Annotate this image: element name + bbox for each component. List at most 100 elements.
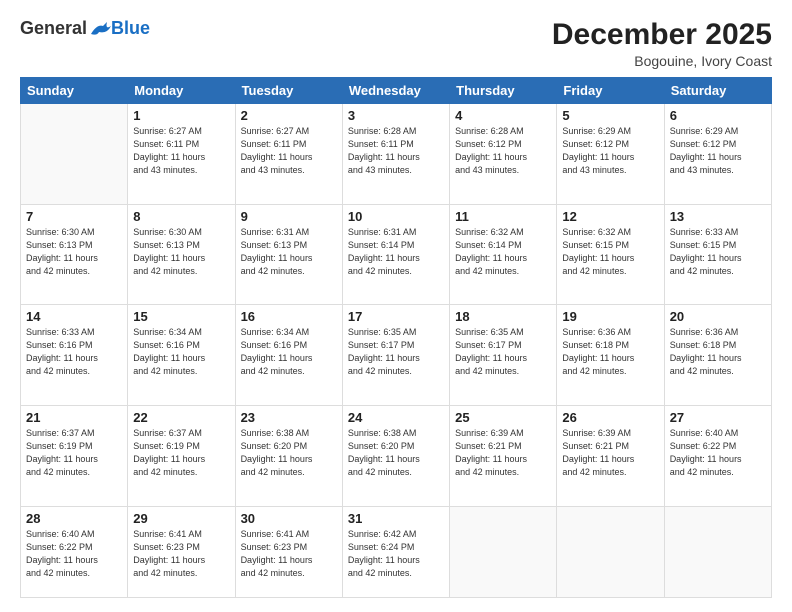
day-number: 21 (26, 410, 122, 425)
table-row: 18Sunrise: 6:35 AM Sunset: 6:17 PM Dayli… (450, 305, 557, 406)
day-number: 7 (26, 209, 122, 224)
day-number: 4 (455, 108, 551, 123)
table-row: 22Sunrise: 6:37 AM Sunset: 6:19 PM Dayli… (128, 405, 235, 506)
day-number: 9 (241, 209, 337, 224)
logo-bird-icon (89, 20, 111, 38)
day-info: Sunrise: 6:30 AM Sunset: 6:13 PM Dayligh… (133, 226, 229, 278)
table-row: 7 Sunrise: 6:30 AM Sunset: 6:13 PM Daylig… (21, 204, 128, 305)
table-row: 25Sunrise: 6:39 AM Sunset: 6:21 PM Dayli… (450, 405, 557, 506)
table-row: 5Sunrise: 6:29 AM Sunset: 6:12 PM Daylig… (557, 104, 664, 205)
day-info: Sunrise: 6:27 AM Sunset: 6:11 PM Dayligh… (133, 125, 229, 177)
col-sunday: Sunday (21, 78, 128, 104)
day-info: Sunrise: 6:31 AM Sunset: 6:14 PM Dayligh… (348, 226, 444, 278)
col-wednesday: Wednesday (342, 78, 449, 104)
col-tuesday: Tuesday (235, 78, 342, 104)
logo-general-text: General (20, 18, 87, 39)
calendar-table: Sunday Monday Tuesday Wednesday Thursday… (20, 77, 772, 598)
day-info: Sunrise: 6:34 AM Sunset: 6:16 PM Dayligh… (133, 326, 229, 378)
day-number: 24 (348, 410, 444, 425)
day-info: Sunrise: 6:30 AM Sunset: 6:13 PM Dayligh… (26, 226, 122, 278)
calendar-week-row: 28Sunrise: 6:40 AM Sunset: 6:22 PM Dayli… (21, 506, 772, 598)
day-info: Sunrise: 6:36 AM Sunset: 6:18 PM Dayligh… (562, 326, 658, 378)
calendar-header-row: Sunday Monday Tuesday Wednesday Thursday… (21, 78, 772, 104)
day-info: Sunrise: 6:34 AM Sunset: 6:16 PM Dayligh… (241, 326, 337, 378)
day-info: Sunrise: 6:36 AM Sunset: 6:18 PM Dayligh… (670, 326, 766, 378)
day-number: 29 (133, 511, 229, 526)
day-number: 5 (562, 108, 658, 123)
day-info: Sunrise: 6:32 AM Sunset: 6:14 PM Dayligh… (455, 226, 551, 278)
day-info: Sunrise: 6:29 AM Sunset: 6:12 PM Dayligh… (670, 125, 766, 177)
day-number: 2 (241, 108, 337, 123)
table-row (557, 506, 664, 598)
day-number: 3 (348, 108, 444, 123)
table-row (664, 506, 771, 598)
calendar-week-row: 7 Sunrise: 6:30 AM Sunset: 6:13 PM Daylig… (21, 204, 772, 305)
col-monday: Monday (128, 78, 235, 104)
month-title: December 2025 (552, 18, 772, 51)
table-row: 11 Sunrise: 6:32 AM Sunset: 6:14 PM Dayli… (450, 204, 557, 305)
day-info: Sunrise: 6:39 AM Sunset: 6:21 PM Dayligh… (562, 427, 658, 479)
day-info: Sunrise: 6:37 AM Sunset: 6:19 PM Dayligh… (26, 427, 122, 479)
table-row: 3Sunrise: 6:28 AM Sunset: 6:11 PM Daylig… (342, 104, 449, 205)
table-row: 12 Sunrise: 6:32 AM Sunset: 6:15 PM Dayli… (557, 204, 664, 305)
logo-blue-text: Blue (111, 18, 150, 39)
table-row: 29 Sunrise: 6:41 AM Sunset: 6:23 PM Dayli… (128, 506, 235, 598)
day-info: Sunrise: 6:31 AM Sunset: 6:13 PM Dayligh… (241, 226, 337, 278)
day-number: 20 (670, 309, 766, 324)
day-number: 12 (562, 209, 658, 224)
day-number: 26 (562, 410, 658, 425)
table-row: 6 Sunrise: 6:29 AM Sunset: 6:12 PM Daylig… (664, 104, 771, 205)
col-friday: Friday (557, 78, 664, 104)
day-info: Sunrise: 6:42 AM Sunset: 6:24 PM Dayligh… (348, 528, 444, 580)
title-block: December 2025 Bogouine, Ivory Coast (552, 18, 772, 69)
day-info: Sunrise: 6:41 AM Sunset: 6:23 PM Dayligh… (133, 528, 229, 580)
day-info: Sunrise: 6:41 AM Sunset: 6:23 PM Dayligh… (241, 528, 337, 580)
day-number: 15 (133, 309, 229, 324)
day-info: Sunrise: 6:38 AM Sunset: 6:20 PM Dayligh… (241, 427, 337, 479)
table-row: 23 Sunrise: 6:38 AM Sunset: 6:20 PM Dayli… (235, 405, 342, 506)
table-row: 28Sunrise: 6:40 AM Sunset: 6:22 PM Dayli… (21, 506, 128, 598)
table-row: 30Sunrise: 6:41 AM Sunset: 6:23 PM Dayli… (235, 506, 342, 598)
table-row: 20 Sunrise: 6:36 AM Sunset: 6:18 PM Dayli… (664, 305, 771, 406)
table-row: 15 Sunrise: 6:34 AM Sunset: 6:16 PM Dayli… (128, 305, 235, 406)
day-info: Sunrise: 6:35 AM Sunset: 6:17 PM Dayligh… (348, 326, 444, 378)
day-number: 11 (455, 209, 551, 224)
day-info: Sunrise: 6:38 AM Sunset: 6:20 PM Dayligh… (348, 427, 444, 479)
col-thursday: Thursday (450, 78, 557, 104)
day-number: 23 (241, 410, 337, 425)
table-row: 8Sunrise: 6:30 AM Sunset: 6:13 PM Daylig… (128, 204, 235, 305)
table-row (21, 104, 128, 205)
day-number: 10 (348, 209, 444, 224)
location-subtitle: Bogouine, Ivory Coast (552, 53, 772, 69)
day-info: Sunrise: 6:32 AM Sunset: 6:15 PM Dayligh… (562, 226, 658, 278)
day-info: Sunrise: 6:40 AM Sunset: 6:22 PM Dayligh… (670, 427, 766, 479)
calendar-week-row: 14Sunrise: 6:33 AM Sunset: 6:16 PM Dayli… (21, 305, 772, 406)
day-number: 22 (133, 410, 229, 425)
logo: General Blue (20, 18, 150, 39)
day-info: Sunrise: 6:33 AM Sunset: 6:15 PM Dayligh… (670, 226, 766, 278)
table-row: 1Sunrise: 6:27 AM Sunset: 6:11 PM Daylig… (128, 104, 235, 205)
day-number: 31 (348, 511, 444, 526)
table-row: 4Sunrise: 6:28 AM Sunset: 6:12 PM Daylig… (450, 104, 557, 205)
table-row: 19 Sunrise: 6:36 AM Sunset: 6:18 PM Dayli… (557, 305, 664, 406)
table-row: 26 Sunrise: 6:39 AM Sunset: 6:21 PM Dayli… (557, 405, 664, 506)
calendar-week-row: 1Sunrise: 6:27 AM Sunset: 6:11 PM Daylig… (21, 104, 772, 205)
table-row: 24 Sunrise: 6:38 AM Sunset: 6:20 PM Dayli… (342, 405, 449, 506)
calendar-week-row: 21 Sunrise: 6:37 AM Sunset: 6:19 PM Dayli… (21, 405, 772, 506)
day-number: 27 (670, 410, 766, 425)
table-row: 31 Sunrise: 6:42 AM Sunset: 6:24 PM Dayli… (342, 506, 449, 598)
table-row: 9 Sunrise: 6:31 AM Sunset: 6:13 PM Daylig… (235, 204, 342, 305)
day-info: Sunrise: 6:40 AM Sunset: 6:22 PM Dayligh… (26, 528, 122, 580)
header: General Blue December 2025 Bogouine, Ivo… (20, 18, 772, 69)
table-row: 16 Sunrise: 6:34 AM Sunset: 6:16 PM Dayli… (235, 305, 342, 406)
day-number: 14 (26, 309, 122, 324)
day-info: Sunrise: 6:35 AM Sunset: 6:17 PM Dayligh… (455, 326, 551, 378)
day-number: 6 (670, 108, 766, 123)
table-row: 13Sunrise: 6:33 AM Sunset: 6:15 PM Dayli… (664, 204, 771, 305)
day-number: 16 (241, 309, 337, 324)
col-saturday: Saturday (664, 78, 771, 104)
table-row: 27 Sunrise: 6:40 AM Sunset: 6:22 PM Dayli… (664, 405, 771, 506)
day-number: 17 (348, 309, 444, 324)
day-number: 19 (562, 309, 658, 324)
table-row: 2Sunrise: 6:27 AM Sunset: 6:11 PM Daylig… (235, 104, 342, 205)
